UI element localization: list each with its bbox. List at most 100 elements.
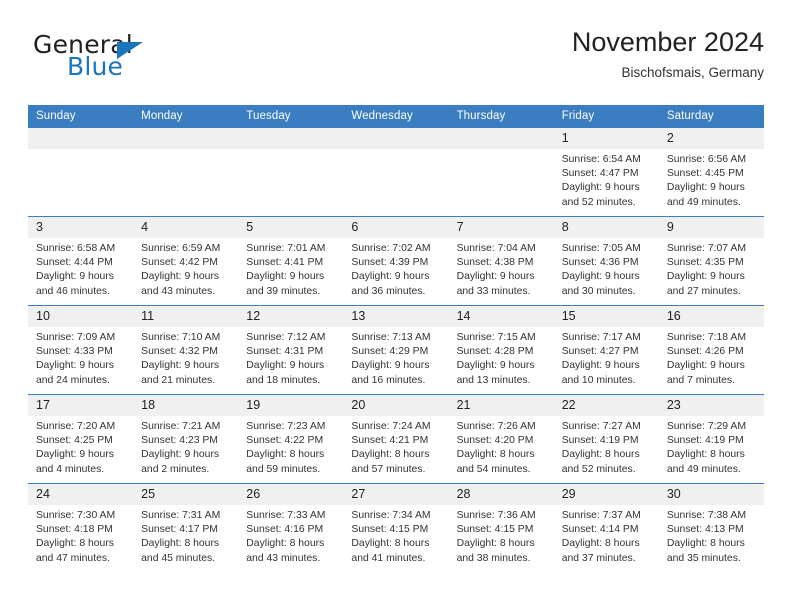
sunset-text: Sunset: 4:38 PM	[456, 257, 534, 269]
daylight-text-line2: and 39 minutes.	[246, 285, 321, 297]
calendar-day-cell[interactable]: 9 Sunrise: 7:07 AM Sunset: 4:35 PM Daylight…	[658, 216, 764, 306]
day-sun-details: Sunrise: 7:21 AM Sunset: 4:23 PM Daylight:…	[133, 416, 238, 477]
calendar-day-cell[interactable]: 15 Sunrise: 7:17 AM Sunset: 4:27 PM Dayligh…	[553, 305, 659, 395]
day-sun-details: Sunrise: 6:58 AM Sunset: 4:44 PM Daylight:…	[28, 238, 133, 299]
day-sun-details: Sunrise: 7:13 AM Sunset: 4:29 PM Daylight:…	[343, 327, 448, 388]
calendar-day-cell[interactable]: 26 Sunrise: 7:33 AM Sunset: 4:16 PM Dayligh…	[238, 483, 344, 572]
day-number: 8	[553, 217, 659, 238]
weekday-header-tuesday: Tuesday	[238, 105, 344, 128]
calendar-day-cell[interactable]: 13 Sunrise: 7:13 AM Sunset: 4:29 PM Dayligh…	[343, 305, 449, 395]
calendar-day-cell[interactable]: 17 Sunrise: 7:20 AM Sunset: 4:25 PM Dayligh…	[28, 394, 134, 484]
day-number: 25	[133, 484, 239, 505]
daylight-text-line1: Daylight: 9 hours	[36, 360, 114, 372]
daylight-text-line2: and 16 minutes.	[351, 374, 426, 386]
general-blue-logo[interactable]: General Blue	[33, 30, 253, 86]
sunset-text: Sunset: 4:36 PM	[561, 257, 639, 269]
daylight-text-line1: Daylight: 8 hours	[351, 449, 430, 461]
day-sun-details: Sunrise: 7:38 AM Sunset: 4:13 PM Daylight:…	[659, 505, 764, 566]
sunset-text: Sunset: 4:33 PM	[36, 346, 113, 358]
daylight-text-line1: Daylight: 9 hours	[141, 449, 220, 461]
logo-text-blue: Blue	[67, 52, 124, 81]
day-number: 24	[28, 484, 134, 505]
sunrise-text: Sunrise: 7:05 AM	[561, 243, 641, 254]
daylight-text-line2: and 47 minutes.	[36, 552, 110, 564]
daylight-text-line1: Daylight: 9 hours	[36, 271, 114, 283]
day-number: 12	[238, 306, 344, 327]
day-sun-details: Sunrise: 7:04 AM Sunset: 4:38 PM Daylight:…	[449, 238, 554, 299]
day-sun-details: Sunrise: 7:09 AM Sunset: 4:33 PM Daylight:…	[28, 327, 133, 388]
calendar-day-cell[interactable]: 8 Sunrise: 7:05 AM Sunset: 4:36 PM Daylight…	[553, 216, 659, 306]
sunset-text: Sunset: 4:22 PM	[246, 435, 324, 447]
calendar-day-cell[interactable]: 29 Sunrise: 7:37 AM Sunset: 4:14 PM Dayligh…	[553, 483, 659, 572]
day-number: 28	[448, 484, 554, 505]
sunrise-text: Sunrise: 7:09 AM	[36, 332, 116, 343]
calendar-day-cell[interactable]: 18 Sunrise: 7:21 AM Sunset: 4:23 PM Dayligh…	[133, 394, 239, 484]
sunrise-text: Sunrise: 6:58 AM	[36, 243, 116, 254]
calendar-day-cell[interactable]: 24 Sunrise: 7:30 AM Sunset: 4:18 PM Dayligh…	[28, 483, 134, 572]
daylight-text-line1: Daylight: 8 hours	[666, 449, 745, 461]
day-number	[343, 128, 449, 149]
daylight-text-line2: and 49 minutes.	[666, 196, 741, 208]
calendar-day-cell[interactable]: 4 Sunrise: 6:59 AM Sunset: 4:42 PM Daylight…	[133, 216, 239, 306]
calendar-day-cell[interactable]: 22 Sunrise: 7:27 AM Sunset: 4:19 PM Dayligh…	[553, 394, 659, 484]
calendar-day-cell[interactable]: 11 Sunrise: 7:10 AM Sunset: 4:32 PM Dayligh…	[133, 305, 239, 395]
day-number	[133, 128, 239, 149]
daylight-text-line1: Daylight: 9 hours	[36, 449, 114, 461]
calendar-day-cell[interactable]: 23 Sunrise: 7:29 AM Sunset: 4:19 PM Dayligh…	[658, 394, 764, 484]
weekday-header-row: Sunday Monday Tuesday Wednesday Thursday…	[28, 105, 764, 128]
calendar-page: General Blue November 2024 Bischofsmais,…	[0, 0, 792, 612]
sunrise-text: Sunrise: 7:13 AM	[351, 332, 431, 343]
calendar-day-cell[interactable]: 16 Sunrise: 7:18 AM Sunset: 4:26 PM Dayligh…	[658, 305, 764, 395]
calendar-week-row: 24 Sunrise: 7:30 AM Sunset: 4:18 PM Dayligh…	[28, 483, 764, 572]
day-number: 18	[133, 395, 239, 416]
calendar-day-cell[interactable]: 20 Sunrise: 7:24 AM Sunset: 4:21 PM Dayligh…	[343, 394, 449, 484]
daylight-text-line2: and 43 minutes.	[141, 285, 216, 297]
sunset-text: Sunset: 4:35 PM	[666, 257, 744, 269]
calendar-day-cell[interactable]: 10 Sunrise: 7:09 AM Sunset: 4:33 PM Dayligh…	[28, 305, 134, 395]
day-number: 6	[343, 217, 449, 238]
sunrise-text: Sunrise: 7:20 AM	[36, 421, 116, 432]
calendar-day-cell[interactable]: 3 Sunrise: 6:58 AM Sunset: 4:44 PM Daylight…	[28, 216, 134, 306]
daylight-text-line2: and 57 minutes.	[351, 463, 426, 475]
calendar-day-cell[interactable]: 7 Sunrise: 7:04 AM Sunset: 4:38 PM Daylight…	[448, 216, 554, 306]
calendar-day-cell[interactable]: 25 Sunrise: 7:31 AM Sunset: 4:17 PM Dayligh…	[133, 483, 239, 572]
calendar-day-cell[interactable]: 14 Sunrise: 7:15 AM Sunset: 4:28 PM Dayligh…	[448, 305, 554, 395]
sunrise-text: Sunrise: 7:34 AM	[351, 510, 431, 521]
day-number: 30	[658, 484, 764, 505]
sunrise-text: Sunrise: 7:26 AM	[456, 421, 536, 432]
day-sun-details: Sunrise: 7:01 AM Sunset: 4:41 PM Daylight:…	[238, 238, 343, 299]
calendar-day-cell-empty	[448, 127, 554, 217]
calendar-day-cell[interactable]: 30 Sunrise: 7:38 AM Sunset: 4:13 PM Dayligh…	[658, 483, 764, 572]
day-number	[28, 128, 134, 149]
day-sun-details: Sunrise: 7:02 AM Sunset: 4:39 PM Daylight:…	[343, 238, 448, 299]
sunset-text: Sunset: 4:23 PM	[141, 435, 218, 447]
sunset-text: Sunset: 4:14 PM	[561, 524, 639, 536]
page-location: Bischofsmais, Germany	[621, 65, 764, 80]
calendar-week-row: 3 Sunrise: 6:58 AM Sunset: 4:44 PM Daylight…	[28, 216, 764, 306]
sunset-text: Sunset: 4:26 PM	[666, 346, 744, 358]
day-number: 10	[28, 306, 134, 327]
calendar-day-cell[interactable]: 12 Sunrise: 7:12 AM Sunset: 4:31 PM Dayligh…	[238, 305, 344, 395]
day-number: 7	[448, 217, 554, 238]
sunset-text: Sunset: 4:25 PM	[36, 435, 113, 447]
day-sun-details: Sunrise: 7:29 AM Sunset: 4:19 PM Daylight:…	[659, 416, 764, 477]
sunset-text: Sunset: 4:20 PM	[456, 435, 534, 447]
calendar-day-cell[interactable]: 6 Sunrise: 7:02 AM Sunset: 4:39 PM Daylight…	[343, 216, 449, 306]
calendar-day-cell[interactable]: 27 Sunrise: 7:34 AM Sunset: 4:15 PM Dayligh…	[343, 483, 449, 572]
sunrise-text: Sunrise: 7:12 AM	[246, 332, 326, 343]
calendar-day-cell[interactable]: 28 Sunrise: 7:36 AM Sunset: 4:15 PM Dayligh…	[448, 483, 554, 572]
daylight-text-line1: Daylight: 9 hours	[456, 360, 535, 372]
calendar-day-cell[interactable]: 5 Sunrise: 7:01 AM Sunset: 4:41 PM Daylight…	[238, 216, 344, 306]
day-sun-details: Sunrise: 7:27 AM Sunset: 4:19 PM Daylight:…	[554, 416, 659, 477]
calendar-day-cell[interactable]: 2 Sunrise: 6:56 AM Sunset: 4:45 PM Daylight…	[658, 127, 764, 217]
calendar-day-cell[interactable]: 19 Sunrise: 7:23 AM Sunset: 4:22 PM Dayligh…	[238, 394, 344, 484]
calendar-day-cell[interactable]: 21 Sunrise: 7:26 AM Sunset: 4:20 PM Dayligh…	[448, 394, 554, 484]
daylight-text-line1: Daylight: 9 hours	[561, 182, 640, 194]
calendar-day-cell[interactable]: 1 Sunrise: 6:54 AM Sunset: 4:47 PM Daylight…	[553, 127, 659, 217]
sunrise-text: Sunrise: 7:23 AM	[246, 421, 326, 432]
sunrise-text: Sunrise: 7:27 AM	[561, 421, 641, 432]
sunrise-text: Sunrise: 7:31 AM	[141, 510, 221, 521]
weekday-header-sunday: Sunday	[28, 105, 134, 128]
daylight-text-line2: and 46 minutes.	[36, 285, 110, 297]
sunset-text: Sunset: 4:31 PM	[246, 346, 324, 358]
